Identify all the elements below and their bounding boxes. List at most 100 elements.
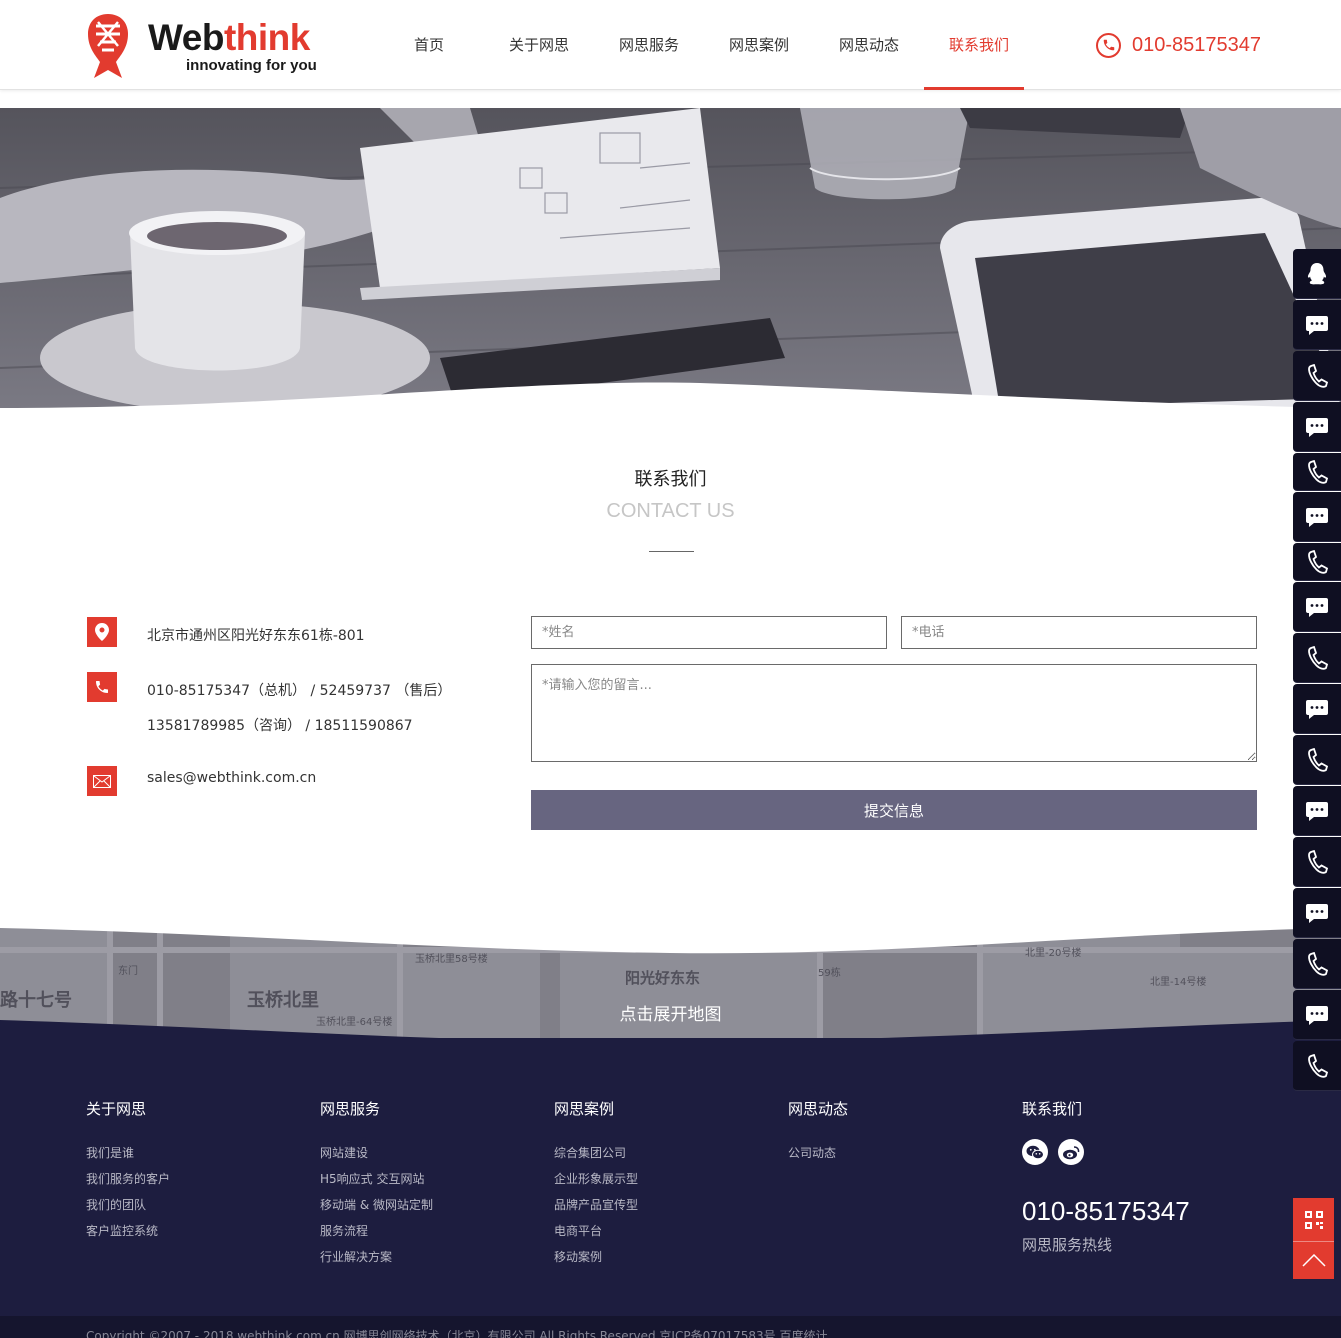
footer-col-title: 网思服务 — [320, 1100, 381, 1118]
footer-link[interactable]: 我们的团队 — [86, 1192, 170, 1218]
name-input[interactable] — [531, 616, 887, 649]
address-text: 北京市通州区阳光好东东61栋-801 — [147, 628, 365, 644]
footer-link[interactable]: 移动案例 — [554, 1244, 638, 1270]
float-phone-icon[interactable] — [1293, 939, 1341, 989]
weibo-icon[interactable] — [1058, 1139, 1084, 1165]
footer-col-news: 网思动态 公司动态 — [788, 1100, 848, 1166]
phone-icon — [1308, 747, 1328, 772]
footer-col-title: 网思案例 — [554, 1100, 615, 1118]
logo-wordmark: Webthink — [148, 17, 310, 58]
footer-col-title: 关于网思 — [86, 1100, 147, 1118]
chat-icon — [1306, 597, 1328, 617]
phone-icon — [1308, 363, 1328, 388]
phone-icon — [1308, 549, 1328, 574]
chat-icon — [1306, 801, 1328, 821]
float-chat-icon[interactable] — [1293, 492, 1341, 542]
submit-button[interactable]: 提交信息 — [531, 790, 1257, 830]
header-hotline: 010-85175347 — [1096, 32, 1261, 58]
phone-text-line1: 010-85175347（总机） / 52459737 （售后） — [147, 683, 452, 699]
footer-phone-label: 网思服务热线 — [1022, 1236, 1113, 1254]
footer-link[interactable]: H5响应式 交互网站 — [320, 1166, 433, 1192]
section-subtitle: CONTACT US — [606, 500, 735, 522]
logo-tagline: innovating for you — [186, 57, 317, 74]
nav-item-about[interactable]: 关于网思 — [484, 0, 594, 90]
copyright-text: Copyright ©2007 - 2018 webthink.com.cn 网… — [86, 1329, 828, 1338]
float-chat-icon[interactable] — [1293, 300, 1341, 350]
footer-link[interactable]: 品牌产品宣传型 — [554, 1192, 638, 1218]
nav-item-services[interactable]: 网思服务 — [594, 0, 704, 90]
phone-row: 010-85175347（总机） / 52459737 （售后） 1358178… — [87, 672, 451, 734]
site-footer — [0, 1038, 1341, 1338]
chat-icon — [1306, 417, 1328, 437]
qq-icon — [1307, 262, 1327, 284]
mail-icon — [87, 766, 117, 796]
phone-icon — [87, 672, 117, 702]
nav-item-news[interactable]: 网思动态 — [814, 0, 924, 90]
float-chat-icon[interactable] — [1293, 582, 1341, 632]
expand-map-link[interactable]: 点击展开地图 — [0, 1000, 1341, 1025]
float-qq-icon[interactable] — [1293, 249, 1341, 299]
chat-icon — [1306, 315, 1328, 335]
float-chat-icon[interactable] — [1293, 888, 1341, 938]
wechat-icon[interactable] — [1022, 1139, 1048, 1165]
footer-col-services: 网思服务 网站建设 H5响应式 交互网站 移动端 & 微网站定制 服务流程 行业… — [320, 1100, 433, 1270]
float-contact-bar — [1293, 249, 1341, 1092]
float-phone-icon[interactable] — [1293, 1041, 1341, 1091]
footer-social — [1022, 1139, 1094, 1165]
chat-icon — [1306, 507, 1328, 527]
chat-icon — [1306, 699, 1328, 719]
footer-link[interactable]: 企业形象展示型 — [554, 1166, 638, 1192]
float-phone-icon[interactable] — [1293, 351, 1341, 401]
chat-icon — [1306, 903, 1328, 923]
qr-code-icon[interactable] — [1293, 1198, 1334, 1242]
phone-icon — [1096, 32, 1121, 58]
phone-text-line2: 13581789985（咨询） / 18511590867 — [147, 718, 413, 734]
main-nav: 首页 关于网思 网思服务 网思案例 网思动态 联系我们 — [374, 0, 1034, 90]
chevron-up-double-icon[interactable] — [655, 929, 687, 947]
float-chat-icon[interactable] — [1293, 684, 1341, 734]
float-chat-icon[interactable] — [1293, 402, 1341, 452]
email-text[interactable]: sales@webthink.com.cn — [147, 770, 316, 786]
footer-link[interactable]: 综合集团公司 — [554, 1140, 638, 1166]
footer-link[interactable]: 我们服务的客户 — [86, 1166, 170, 1192]
float-phone-icon[interactable] — [1293, 543, 1341, 581]
footer-col-cases: 网思案例 综合集团公司 企业形象展示型 品牌产品宣传型 电商平台 移动案例 — [554, 1100, 638, 1270]
footer-link[interactable]: 公司动态 — [788, 1140, 848, 1166]
float-phone-icon[interactable] — [1293, 453, 1341, 491]
phone-icon — [1308, 849, 1328, 874]
header-hotline-number[interactable]: 010-85175347 — [1132, 34, 1261, 57]
float-phone-icon[interactable] — [1293, 735, 1341, 785]
footer-link[interactable]: 客户监控系统 — [86, 1218, 170, 1244]
nav-item-home[interactable]: 首页 — [374, 0, 484, 90]
float-chat-icon[interactable] — [1293, 786, 1341, 836]
footer-phone[interactable]: 010-85175347 — [1022, 1196, 1190, 1227]
footer-col-contact: 联系我们 — [1022, 1100, 1082, 1140]
float-phone-icon[interactable] — [1293, 837, 1341, 887]
phone-icon — [1308, 1053, 1328, 1078]
nav-item-contact[interactable]: 联系我们 — [924, 0, 1034, 90]
logo[interactable]: Webthink innovating for you — [86, 12, 326, 82]
footer-link[interactable]: 服务流程 — [320, 1218, 433, 1244]
email-row: sales@webthink.com.cn — [87, 766, 316, 796]
phone-icon — [1308, 459, 1328, 484]
back-to-top-icon[interactable] — [1293, 1242, 1334, 1279]
footer-col-about: 关于网思 我们是谁 我们服务的客户 我们的团队 客户监控系统 — [86, 1100, 170, 1244]
float-phone-icon[interactable] — [1293, 633, 1341, 683]
footer-link[interactable]: 电商平台 — [554, 1218, 638, 1244]
footer-link[interactable]: 移动端 & 微网站定制 — [320, 1192, 433, 1218]
footer-link[interactable]: 行业解决方案 — [320, 1244, 433, 1270]
footer-col-title: 网思动态 — [788, 1100, 849, 1118]
footer-link[interactable]: 网站建设 — [320, 1140, 433, 1166]
message-textarea[interactable] — [531, 664, 1257, 762]
copyright-bar: Copyright ©2007 - 2018 webthink.com.cn 网… — [0, 1316, 1341, 1338]
location-pin-icon — [87, 617, 117, 647]
nav-item-cases[interactable]: 网思案例 — [704, 0, 814, 90]
site-header: Webthink innovating for you 首页 关于网思 网思服务… — [0, 0, 1341, 90]
footer-link[interactable]: 我们是谁 — [86, 1140, 170, 1166]
footer-col-title: 联系我们 — [1022, 1100, 1083, 1118]
section-title: 联系我们 — [634, 469, 707, 490]
phone-input[interactable] — [901, 616, 1257, 649]
hero-banner — [0, 108, 1341, 408]
address-row: 北京市通州区阳光好东东61栋-801 — [87, 617, 365, 647]
banner-photo — [0, 108, 1341, 408]
